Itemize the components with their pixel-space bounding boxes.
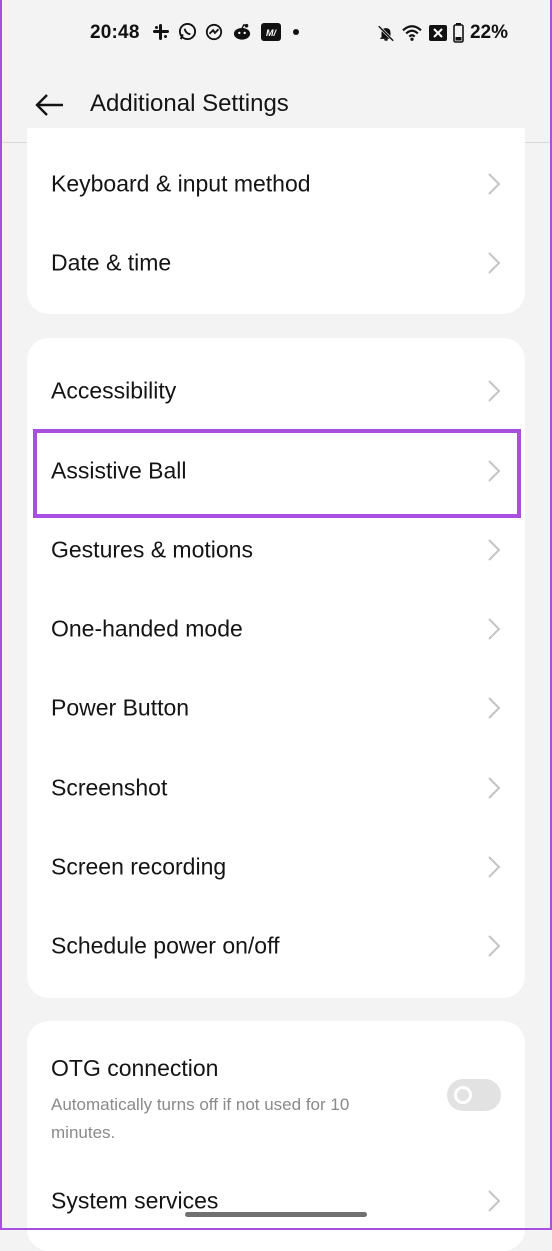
mw-app-icon: M/ xyxy=(261,22,281,41)
chevron-right-icon xyxy=(488,617,501,640)
settings-item-label: Date & time xyxy=(51,249,172,275)
toggle-knob xyxy=(454,1086,472,1104)
otg-connection-description: Automatically turns off if not used for … xyxy=(51,1095,350,1142)
reddit-icon xyxy=(231,23,253,41)
settings-item-label: Assistive Ball xyxy=(51,457,187,483)
sim-disabled-icon xyxy=(428,25,447,41)
settings-item-accessibility[interactable]: Accessibility xyxy=(27,351,525,430)
chevron-right-icon xyxy=(488,538,501,561)
settings-item-screen-recording[interactable]: Screen recording xyxy=(27,827,525,906)
bell-muted-icon xyxy=(377,24,395,43)
settings-item-screenshot[interactable]: Screenshot xyxy=(27,748,525,827)
chevron-right-icon xyxy=(488,776,501,799)
settings-item-date-time[interactable]: Date & time xyxy=(27,223,525,302)
system-status-icons: 22% xyxy=(377,22,508,44)
wifi-icon xyxy=(401,24,423,42)
dot-icon xyxy=(289,25,303,39)
battery-percentage: 22% xyxy=(469,22,508,43)
status-time: 20:48 xyxy=(90,22,140,43)
settings-item-label: One-handed mode xyxy=(51,615,243,641)
otg-connection-toggle[interactable] xyxy=(447,1079,501,1111)
settings-item-schedule-power[interactable]: Schedule power on/off xyxy=(27,906,525,985)
page-title: Additional Settings xyxy=(90,90,289,117)
chevron-right-icon xyxy=(488,934,501,957)
chevron-right-icon xyxy=(488,459,501,482)
settings-item-assistive-ball[interactable]: Assistive Ball xyxy=(27,431,525,510)
svg-text:M/: M/ xyxy=(266,28,277,38)
settings-item-power-button[interactable]: Power Button xyxy=(27,668,525,747)
back-arrow-icon xyxy=(35,94,63,116)
settings-item-label: Schedule power on/off xyxy=(51,932,280,958)
status-bar: 20:48 M/ 22% xyxy=(0,0,552,68)
messenger-icon xyxy=(205,23,223,41)
settings-item-label: Screenshot xyxy=(51,774,168,800)
chevron-right-icon xyxy=(488,696,501,719)
settings-item-label: Gestures & motions xyxy=(51,536,253,562)
settings-item-gestures-motions[interactable]: Gestures & motions xyxy=(27,510,525,589)
chevron-right-icon xyxy=(488,251,501,274)
settings-item-label: Accessibility xyxy=(51,377,177,403)
settings-group-input: Keyboard & input method Date & time xyxy=(27,128,525,314)
chevron-right-icon xyxy=(488,379,501,402)
back-button[interactable] xyxy=(30,88,70,122)
chevron-right-icon xyxy=(488,172,501,195)
settings-item-system-services[interactable]: System services xyxy=(27,1161,525,1240)
notification-icons: M/ xyxy=(152,22,303,41)
chevron-right-icon xyxy=(488,1189,501,1212)
settings-item-label: Power Button xyxy=(51,694,190,720)
settings-item-one-handed-mode[interactable]: One-handed mode xyxy=(27,589,525,668)
settings-item-label: System services xyxy=(51,1187,219,1213)
home-indicator[interactable] xyxy=(185,1212,367,1217)
settings-item-label: Screen recording xyxy=(51,853,227,879)
settings-item-label: Keyboard & input method xyxy=(51,170,311,196)
settings-item-keyboard-input-method[interactable]: Keyboard & input method xyxy=(27,144,525,223)
settings-group-system-tools: Accessibility Assistive Ball Gestures & … xyxy=(27,338,525,998)
settings-item-otg-connection[interactable]: OTG connection Automatically turns off i… xyxy=(27,1021,525,1161)
slack-icon xyxy=(152,23,170,41)
whatsapp-icon xyxy=(178,22,197,41)
battery-icon xyxy=(453,23,464,43)
chevron-right-icon xyxy=(488,855,501,878)
otg-connection-label: OTG connection xyxy=(51,1055,219,1081)
